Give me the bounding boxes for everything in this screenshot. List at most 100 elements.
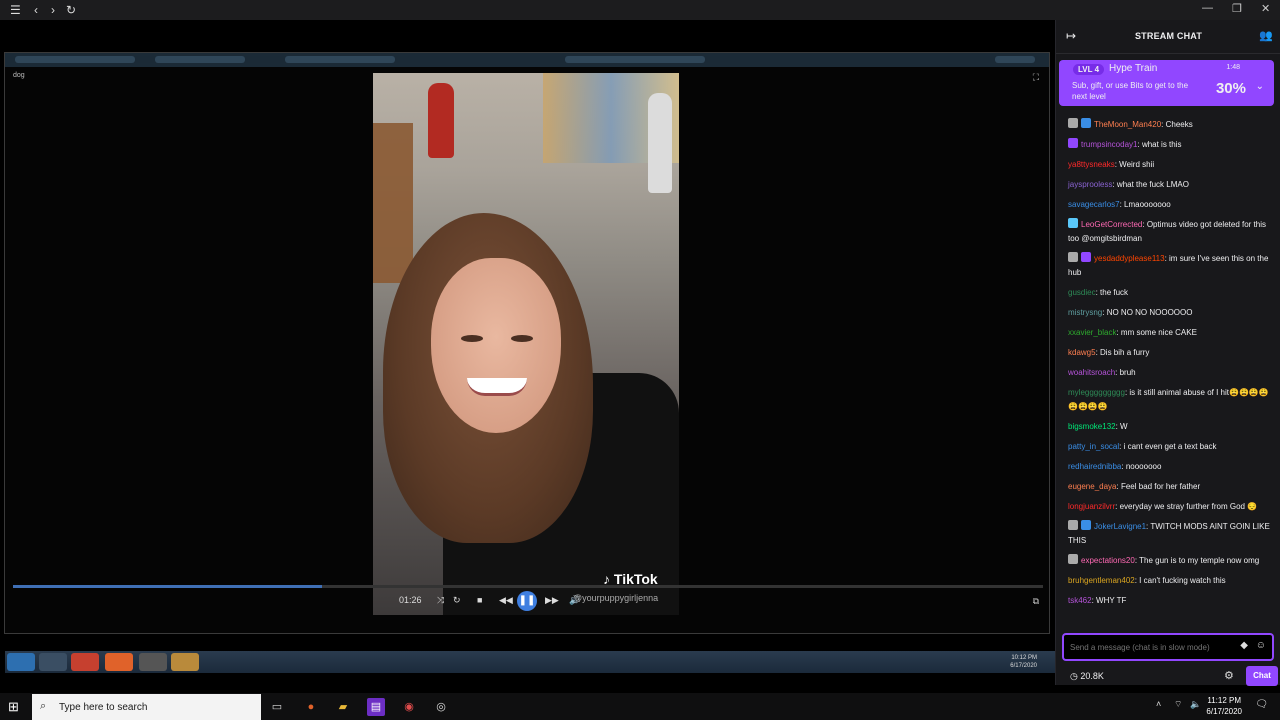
chat-username[interactable]: ya8ttysneaks <box>1068 160 1115 169</box>
miniplayer-icon[interactable]: ⧉ <box>1033 596 1039 607</box>
close-icon[interactable]: ✕ <box>1261 2 1270 15</box>
inner-clock: 10:12 PM 6/17/2020 <box>1010 655 1037 669</box>
twitch-icon[interactable]: ▤ <box>367 698 385 716</box>
volume-icon[interactable]: 🔊 <box>569 595 580 606</box>
chat-username[interactable]: yesdaddyplease113 <box>1094 254 1165 263</box>
fast-forward-icon[interactable]: ▶▶ <box>545 595 559 606</box>
stream-chat-panel: ↦ STREAM CHAT 👥 LVL 4 Hype Train Sub, gi… <box>1055 20 1280 686</box>
notification-icon[interactable]: 🗨 <box>1255 699 1268 710</box>
chat-username[interactable]: bruhgentleman402 <box>1068 576 1135 585</box>
windows-start-icon[interactable]: ⊞ <box>8 699 19 715</box>
inner-window-titlebar <box>5 53 1049 67</box>
chat-username[interactable]: tsk462 <box>1068 596 1092 605</box>
seek-bar[interactable] <box>13 585 1043 588</box>
stream-player[interactable]: dog ⛶ ♪ TikTok @yourpuppygirljenna 01:26… <box>0 20 1055 685</box>
pause-button[interactable]: ❚❚ <box>517 591 537 611</box>
chat-message: bruhgentleman402: I can't fucking watch … <box>1068 576 1226 585</box>
chat-message: savagecarlos7: Lmaooooooo <box>1068 200 1171 209</box>
restore-icon[interactable]: ❐ <box>1232 2 1242 15</box>
stop-icon[interactable]: ■ <box>477 595 482 605</box>
inner-window-label: dog <box>13 72 25 79</box>
hype-train-description: Sub, gift, or use Bits to get to the nex… <box>1072 81 1189 101</box>
inner-taskbar <box>5 651 1055 673</box>
chat-username[interactable]: gusdiec <box>1068 288 1096 297</box>
windows-taskbar: ⊞ ⌕ Type here to search ▭ ● ▰ ▤ ◉ ◎ ˄ ⌔ … <box>0 693 1280 720</box>
chat-username[interactable]: savagecarlos7 <box>1068 200 1120 209</box>
menu-icon[interactable]: ☰ <box>10 2 21 18</box>
chat-username[interactable]: woahitsroach <box>1068 368 1115 377</box>
refresh-icon[interactable]: ↻ <box>66 2 76 18</box>
user-badge-icon[interactable] <box>1068 118 1078 128</box>
chat-text: WHY TF <box>1096 596 1127 605</box>
tiktok-video: ♪ TikTok @yourpuppygirljenna <box>373 73 679 615</box>
chat-text: mm some nice CAKE <box>1120 328 1197 337</box>
chat-username[interactable]: redhairednibba <box>1068 462 1121 471</box>
inner-video-window: dog ⛶ ♪ TikTok @yourpuppygirljenna 01:26… <box>4 52 1055 673</box>
browser-toolbar: ☰ ‹ › ↻ — ❐ ✕ <box>0 0 1280 20</box>
hype-train-banner[interactable]: LVL 4 Hype Train Sub, gift, or use Bits … <box>1059 60 1274 106</box>
chat-text: i cant even get a text back <box>1123 442 1217 451</box>
tray-chevron-icon[interactable]: ˄ <box>1156 699 1161 709</box>
media-app-icon[interactable]: ◉ <box>400 698 418 716</box>
chat-text: nooooooo <box>1125 462 1162 471</box>
gear-icon[interactable]: ⚙ <box>1224 669 1234 682</box>
obs-icon[interactable]: ◎ <box>432 698 450 716</box>
speaker-icon[interactable]: 🔈 <box>1190 699 1201 710</box>
chat-text: the fuck <box>1100 288 1129 297</box>
chat-username[interactable]: TheMoon_Man420 <box>1094 120 1161 129</box>
chat-username[interactable]: myleggggggggg <box>1068 388 1125 397</box>
user-badge-icon[interactable] <box>1081 520 1091 530</box>
chat-message: bigsmoke132: W <box>1068 422 1128 431</box>
shuffle-icon[interactable]: ⤨ <box>437 595 444 606</box>
repeat-icon[interactable]: ↻ <box>453 595 461 606</box>
back-icon[interactable]: ‹ <box>34 2 38 18</box>
task-view-icon[interactable]: ▭ <box>268 698 286 716</box>
chat-username[interactable]: kdawg5 <box>1068 348 1096 357</box>
chat-username[interactable]: patty_in_socal <box>1068 442 1119 451</box>
emote-icon[interactable]: ☺ <box>1256 640 1266 651</box>
user-badge-icon[interactable] <box>1068 252 1078 262</box>
chat-input-box[interactable]: ◆ ☺ <box>1062 633 1274 661</box>
chat-text: Feel bad for her father <box>1120 482 1201 491</box>
chat-username[interactable]: bigsmoke132 <box>1068 422 1116 431</box>
user-badge-icon[interactable] <box>1068 554 1078 564</box>
chat-message: trumpsincoday1: what is this <box>1068 138 1274 152</box>
chat-header: ↦ STREAM CHAT 👥 <box>1056 20 1280 54</box>
chat-username[interactable]: eugene_daya <box>1068 482 1117 491</box>
network-icon[interactable]: ⌔ <box>1174 699 1182 710</box>
chat-username[interactable]: longjuanzilvrr <box>1068 502 1115 511</box>
chat-send-button[interactable]: Chat <box>1246 666 1278 686</box>
expand-icon[interactable]: ⛶ <box>1033 72 1039 83</box>
chat-username[interactable]: expectations20 <box>1081 556 1135 565</box>
inner-obs-icon <box>139 653 167 671</box>
user-badge-icon[interactable] <box>1068 520 1078 530</box>
chat-username[interactable]: xxavier_black <box>1068 328 1116 337</box>
chat-text: Weird shii <box>1119 160 1155 169</box>
chat-message: redhairednibba: nooooooo <box>1068 462 1162 471</box>
bits-icon[interactable]: ◆ <box>1240 640 1248 651</box>
user-badge-icon[interactable] <box>1081 118 1091 128</box>
user-badge-icon[interactable] <box>1068 138 1078 148</box>
chat-username[interactable]: trumpsincoday1 <box>1081 140 1137 149</box>
minimize-icon[interactable]: — <box>1202 2 1213 14</box>
taskbar-clock[interactable]: 11:12 PM 6/17/2020 <box>1206 695 1242 717</box>
chat-username[interactable]: LeoGetCorrected <box>1081 220 1142 229</box>
file-explorer-icon[interactable]: ▰ <box>334 698 352 716</box>
user-badge-icon[interactable] <box>1081 252 1091 262</box>
chat-username[interactable]: mistrysng <box>1068 308 1102 317</box>
firefox-icon[interactable]: ● <box>302 698 320 716</box>
chevron-down-icon[interactable]: ⌄ <box>1256 81 1264 92</box>
chat-username[interactable]: JokerLavigne1 <box>1094 522 1146 531</box>
chat-message: tsk462: WHY TF <box>1068 596 1127 605</box>
taskbar-search[interactable]: ⌕ Type here to search <box>32 694 261 720</box>
chat-text: Cheeks <box>1165 120 1193 129</box>
chat-username[interactable]: jaysprooless <box>1068 180 1112 189</box>
chat-message: ya8ttysneaks: Weird shii <box>1068 160 1155 169</box>
chat-text: bruh <box>1119 368 1136 377</box>
forward-icon[interactable]: › <box>51 2 55 18</box>
chat-message-input[interactable] <box>1070 640 1230 654</box>
inner-chrome-icon <box>71 653 99 671</box>
community-icon[interactable]: 👥 <box>1259 29 1273 42</box>
rewind-icon[interactable]: ◀◀ <box>499 595 513 606</box>
user-badge-icon[interactable] <box>1068 218 1078 228</box>
